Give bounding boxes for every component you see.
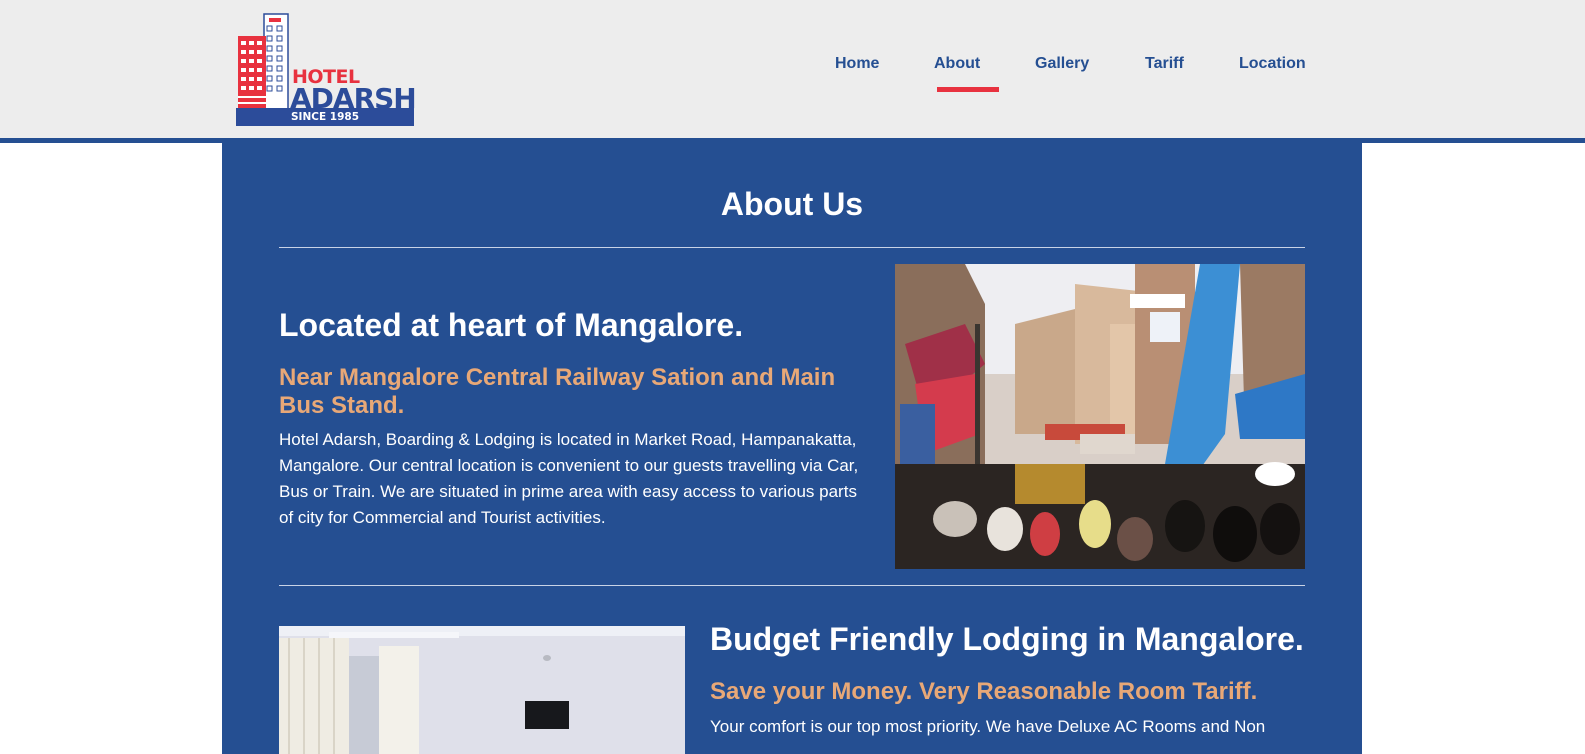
nav-active-indicator [937, 87, 999, 92]
section-subheading-location: Near Mangalore Central Railway Sation an… [279, 364, 836, 419]
section-divider [279, 247, 1305, 248]
page-title: About Us [720, 186, 864, 222]
nav-tariff[interactable]: Tariff [1145, 55, 1184, 73]
section-divider [279, 585, 1305, 586]
section-heading-budget: Budget Friendly Lodging in Mangalore. [710, 621, 1304, 657]
section-body-budget: Your comfort is our top most priority. W… [710, 717, 1266, 736]
about-content: About Us Located at heart of Mangalore. … [222, 143, 1362, 754]
nav-about[interactable]: About [934, 55, 980, 73]
section-body-location: Hotel Adarsh, Boarding & Lodging is loca… [279, 430, 859, 527]
section-subheading-budget: Save your Money. Very Reasonable Room Ta… [710, 678, 1258, 705]
nav-home[interactable]: Home [835, 55, 879, 73]
room-photo [279, 626, 685, 754]
logo-since-banner: SINCE 1985 [236, 108, 414, 126]
nav-location[interactable]: Location [1239, 55, 1306, 73]
section-heading-location: Located at heart of Mangalore. [279, 307, 744, 343]
main-nav: Home About Gallery Tariff Location [0, 55, 1585, 95]
market-street-photo [895, 264, 1305, 569]
site-header: HOTEL ADARSH SINCE 1985 Home About Galle… [0, 0, 1585, 138]
nav-gallery[interactable]: Gallery [1035, 55, 1089, 73]
